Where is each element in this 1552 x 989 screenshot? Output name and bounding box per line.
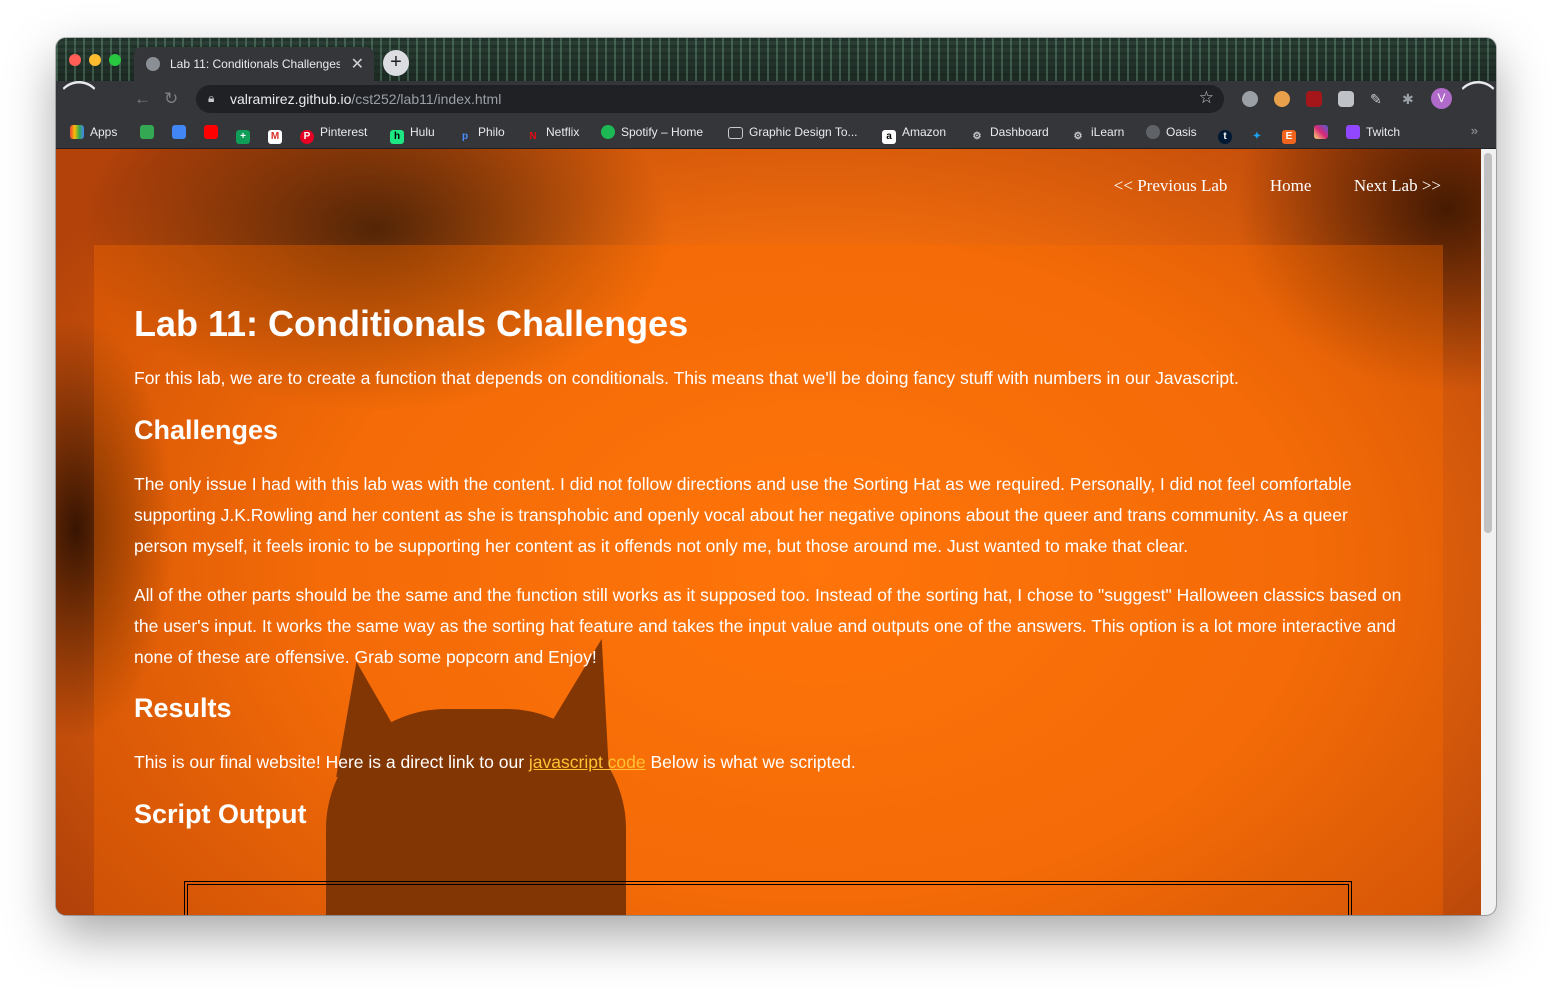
bookmark-apps[interactable]: Apps [70,125,117,139]
bookmark-twitter[interactable]: ✦ [1250,125,1270,144]
avatar[interactable]: V [1431,88,1452,109]
bookmark-amazon[interactable]: a Amazon [882,125,946,144]
results-heading: Results [134,693,232,723]
bookmark-google-docs[interactable] [172,125,192,139]
tab-strip: Lab 11: Conditionals Challenges ✕ + [56,38,1496,81]
top-nav: << Previous Lab Home Next Lab >> [1076,176,1441,196]
previous-lab-link[interactable]: << Previous Lab [1114,176,1228,195]
philo-icon: p [461,131,469,142]
bookmark-google-drive[interactable] [140,125,160,139]
bookmark-hulu[interactable]: h Hulu [390,125,435,144]
globe-icon [1146,125,1160,139]
intro-text: For this lab, we are to create a functio… [134,368,1239,388]
youtube-icon [204,125,218,139]
main-content: Lab 11: Conditionals Challenges For this… [94,245,1443,915]
ilearn-icon: ⚙ [1073,131,1083,142]
extension-icon[interactable] [1242,91,1258,107]
minimize-window-button[interactable] [89,54,101,66]
back-icon[interactable]: ← [134,89,151,109]
extension-icon[interactable] [1338,91,1354,107]
folder-icon [728,127,743,139]
pinterest-icon: P [300,130,314,144]
bookmark-ilearn[interactable]: ⚙ iLearn [1071,125,1125,144]
bookmark-dashboard[interactable]: ⚙ Dashboard [970,125,1049,144]
totoro-mascot-icon: ⌒ [1461,80,1495,118]
bookmarks-bar: Apps + M P Pinterest h Hulu p Philo N Netfli… [56,117,1496,149]
bookmark-spotify[interactable]: Spotify – Home [601,125,703,139]
more-bookmarks-icon[interactable]: » [1471,123,1478,138]
twitter-icon: ✦ [1252,131,1262,142]
bookmark-green[interactable]: + [236,125,256,144]
tab-active[interactable]: Lab 11: Conditionals Challenges ✕ [134,47,374,81]
script-output-heading: Script Output [134,799,307,829]
page-title: Lab 11: Conditionals Challenges [134,303,689,344]
bookmark-pinterest[interactable]: P Pinterest [300,125,367,144]
maximize-window-button[interactable] [109,54,121,66]
javascript-code-link[interactable]: javascript code [529,752,646,772]
twitch-icon [1346,125,1360,139]
puzzle-icon[interactable]: ✱ [1402,91,1418,107]
address-bar[interactable]: 🔒︎ valramirez.github.io/cst252/lab11/ind… [196,85,1224,113]
challenges-paragraph-2: All of the other parts should be the sam… [134,585,1402,667]
url-text: valramirez.github.io/cst252/lab11/index.… [230,91,502,107]
browser-window: Lab 11: Conditionals Challenges ✕ + ⌒ ← … [56,38,1496,915]
dashboard-icon: ⚙ [972,131,982,142]
bookmark-twitch[interactable]: Twitch [1346,125,1400,139]
home-link[interactable]: Home [1270,176,1312,195]
ublock-icon[interactable] [1306,91,1322,107]
scrollbar-thumb[interactable] [1484,153,1492,533]
new-tab-button[interactable]: + [383,50,409,76]
google-drive-icon [140,125,154,139]
amazon-icon: a [882,130,896,144]
close-window-button[interactable] [69,54,81,66]
bookmark-netflix[interactable]: N Netflix [526,125,579,144]
toolbar: ⌒ ← ↻ → ⌂ 🔒︎ valramirez.github.io/cst252… [56,80,1496,118]
script-output-box [184,881,1352,915]
totoro-mascot-icon: ⌒ [62,80,96,118]
bookmark-instagram[interactable] [1314,125,1334,139]
challenges-paragraph-1: The only issue I had with this lab was w… [134,474,1352,556]
script-output-inner [187,884,1349,915]
bookmark-star-icon[interactable]: ☆ [1199,88,1214,108]
instagram-icon [1314,125,1328,139]
lock-icon: 🔒︎ [208,91,215,105]
bookmark-tumblr[interactable]: t [1218,125,1238,144]
challenges-heading: Challenges [134,415,279,445]
bookmark-folder-graphic-design[interactable]: Graphic Design To... [728,125,858,139]
tumblr-icon: t [1218,130,1232,144]
bookmark-oasis[interactable]: Oasis [1146,125,1197,139]
bookmark-gmail[interactable]: M [268,125,288,144]
etsy-icon: E [1282,130,1296,144]
scrollbar[interactable] [1481,149,1496,915]
google-docs-icon [172,125,186,139]
page-viewport: << Previous Lab Home Next Lab >> Lab 11:… [56,149,1481,915]
globe-icon [146,57,160,71]
bookmark-philo[interactable]: p Philo [458,125,505,144]
close-icon[interactable]: ✕ [351,54,364,74]
hulu-icon: h [390,130,404,144]
next-lab-link[interactable]: Next Lab >> [1354,176,1441,195]
gmail-icon: M [268,130,282,144]
spotify-icon [601,125,615,139]
eyedropper-icon[interactable]: ✎ [1370,91,1386,107]
apps-grid-icon [70,125,84,139]
green-cross-icon: + [236,130,250,144]
extension-icon[interactable] [1274,91,1290,107]
bookmark-etsy[interactable]: E [1282,125,1302,144]
tab-title: Lab 11: Conditionals Challenges [170,57,340,71]
results-text: This is our final website! Here is a dir… [134,752,856,772]
netflix-icon: N [529,131,537,142]
bookmark-youtube[interactable] [204,125,224,139]
